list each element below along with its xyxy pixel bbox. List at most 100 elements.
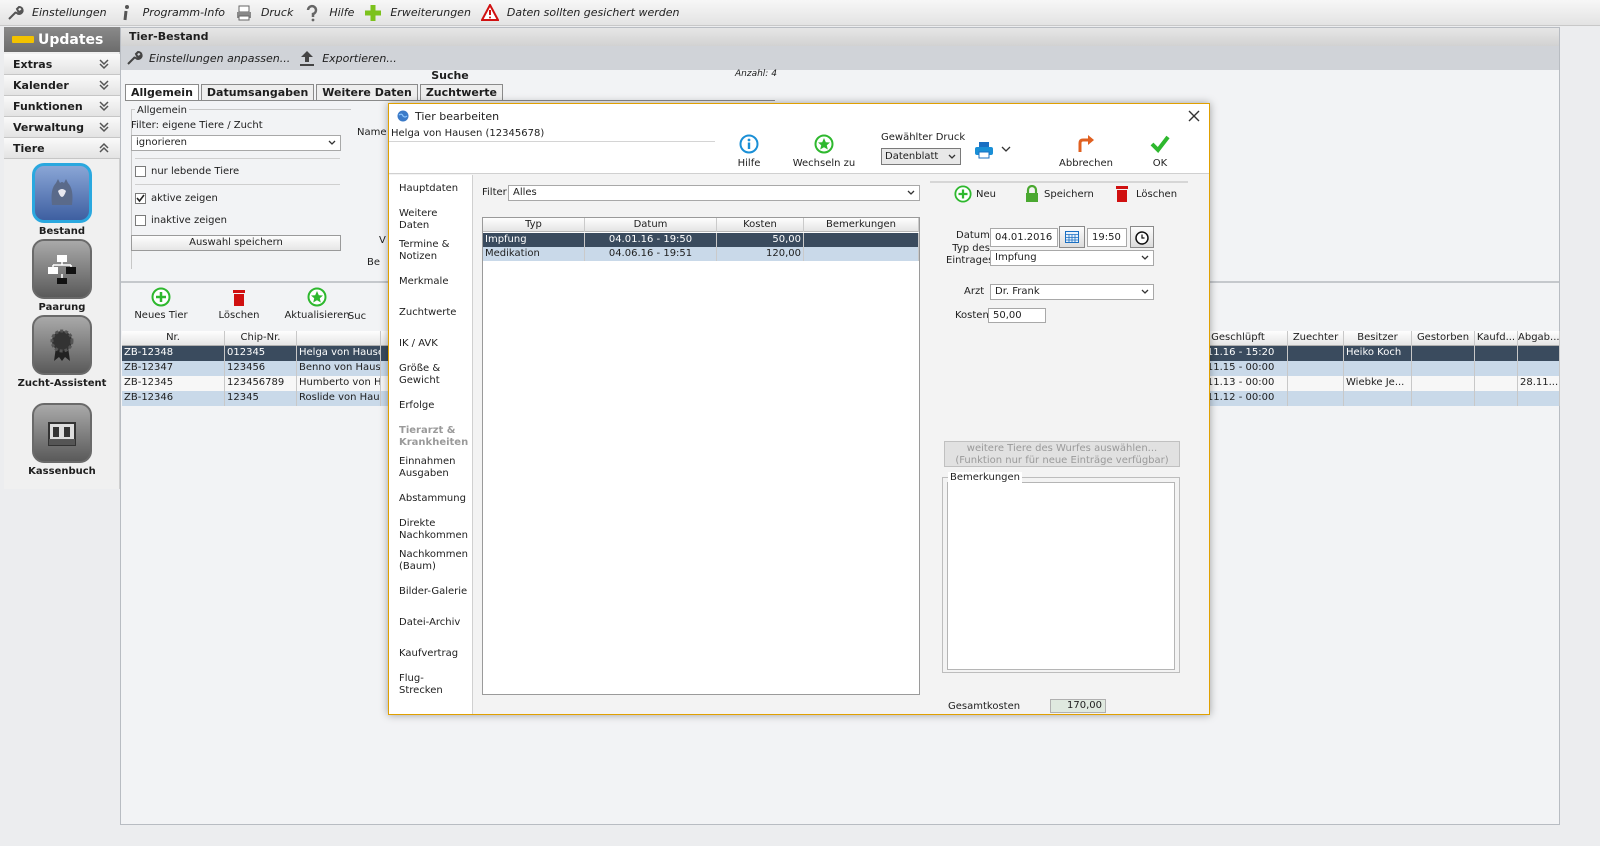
undo-arrow-icon [1076, 134, 1096, 154]
nav-datei-archiv[interactable]: Datei-Archiv [399, 617, 460, 629]
trash-icon [229, 287, 249, 307]
sidebar-section-funktionen[interactable]: Funktionen [4, 96, 120, 117]
nav-einnahmen-ausgaben[interactable]: Einnahmen Ausgaben [399, 456, 459, 480]
vet-select[interactable]: Dr. Frank [990, 284, 1154, 300]
show-active-checkbox[interactable] [135, 193, 146, 204]
col-typ[interactable]: Typ [483, 218, 585, 232]
col-zuechter[interactable]: Zuechter [1288, 331, 1344, 346]
print-button[interactable] [973, 140, 995, 164]
col-kosten[interactable]: Kosten [717, 218, 804, 232]
total-cost-label: Gesamtkosten [948, 701, 1021, 712]
delete-entry-button[interactable]: Löschen [1114, 185, 1177, 203]
sidebar-section-kalender[interactable]: Kalender [4, 75, 120, 96]
nav-tierarzt-krankheiten[interactable]: Tierarzt & Krankheiten [399, 425, 469, 449]
nav-ik-avk[interactable]: IK / AVK [399, 338, 438, 350]
remarks-textarea[interactable] [947, 482, 1175, 670]
col-kaufdatum[interactable]: Kaufd... [1475, 331, 1518, 346]
tab-weitere-daten[interactable]: Weitere Daten [316, 84, 418, 101]
new-entry-button[interactable]: Neu [954, 185, 996, 203]
trash-icon [1114, 185, 1130, 203]
date-input[interactable]: 04.01.2016 [990, 228, 1058, 247]
help-button[interactable]: Hilfe [729, 134, 769, 169]
updates-button[interactable]: Updates [4, 27, 120, 52]
show-inactive-label: inaktive zeigen [151, 215, 228, 226]
only-living-checkbox[interactable] [135, 166, 146, 177]
dialog-header: Helga von Hausen (12345678) Hilfe Wechse… [389, 128, 1209, 174]
extensions-menu[interactable]: Erweiterungen [364, 4, 471, 22]
calendar-button[interactable] [1059, 226, 1085, 248]
print-select[interactable]: Datenblatt [881, 148, 961, 165]
delete-animal-button[interactable]: Löschen [199, 287, 279, 321]
col-besitzer[interactable]: Besitzer [1344, 331, 1412, 346]
new-animal-button[interactable]: Neues Tier [121, 287, 201, 321]
tab-zuchtwerte[interactable]: Zuchtwerte [419, 84, 503, 101]
print-options-dropdown[interactable] [1001, 146, 1015, 152]
export-button[interactable]: Exportieren... [298, 49, 397, 67]
help-menu[interactable]: Hilfe [303, 4, 354, 22]
col-name[interactable] [297, 331, 381, 346]
col-chip[interactable]: Chip-Nr. [225, 331, 297, 346]
time-picker-button[interactable] [1130, 226, 1154, 248]
list-item[interactable]: Impfung 04.01.16 - 19:50 50,00 [483, 233, 919, 247]
nav-hauptdaten[interactable]: Hauptdaten [399, 183, 458, 195]
program-info-menu[interactable]: Programm-Info [117, 4, 225, 22]
chevron-up-icon [98, 142, 110, 154]
nav-erfolge[interactable]: Erfolge [399, 400, 434, 412]
backup-warning[interactable]: Daten sollten gesichert werden [480, 3, 679, 22]
divider [135, 184, 340, 185]
nav-merkmale[interactable]: Merkmale [399, 276, 448, 288]
date-label: Datum [956, 230, 990, 241]
nav-flug-strecken[interactable]: Flug-Strecken [399, 673, 449, 697]
adjust-settings-button[interactable]: Einstellungen anpassen... [125, 49, 290, 67]
close-icon[interactable] [1187, 109, 1201, 123]
col-gestorben[interactable]: Gestorben [1412, 331, 1475, 346]
nav-direkte-nachkommen[interactable]: Direkte Nachkommen [399, 518, 469, 542]
checkmark-icon [1150, 134, 1170, 154]
search-button-partial[interactable]: Suc [337, 311, 377, 322]
dialog-body: Filter Alles Typ Datum Kosten Bemerkunge… [474, 175, 1209, 714]
col-nr[interactable]: Nr. [122, 331, 225, 346]
nav-kaufvertrag[interactable]: Kaufvertrag [399, 648, 458, 660]
print-label: Gewählter Druck [881, 132, 966, 143]
cost-input[interactable]: 50,00 [988, 308, 1046, 323]
sidebar-section-verwaltung[interactable]: Verwaltung [4, 117, 120, 138]
save-entry-button[interactable]: Speichern [1024, 185, 1094, 203]
list-filter-select[interactable]: Alles [508, 185, 920, 201]
col-bemerkungen[interactable]: Bemerkungen [804, 218, 919, 232]
time-input[interactable]: 19:50 [1087, 228, 1127, 247]
settings-menu[interactable]: Einstellungen [6, 4, 107, 22]
col-abgabe[interactable]: Abgab... [1518, 331, 1560, 346]
tab-allgemein[interactable]: Allgemein [125, 84, 199, 101]
nav-groesse-gewicht[interactable]: Größe & Gewicht [399, 363, 459, 387]
nav-termine-notizen[interactable]: Termine & Notizen [399, 239, 459, 263]
cancel-button[interactable]: Abbrechen [1057, 134, 1115, 169]
nav-weitere-daten[interactable]: Weitere Daten [399, 208, 459, 232]
col-datum[interactable]: Datum [585, 218, 717, 232]
info-icon [117, 4, 135, 22]
sidebar-section-extras[interactable]: Extras [4, 54, 120, 75]
filter-tabs: Allgemein Datumsangaben Weitere Daten Zu… [125, 84, 505, 101]
switch-to-button[interactable]: Wechseln zu [791, 134, 857, 169]
tile-bestand[interactable]: Bestand [4, 163, 120, 238]
nav-abstammung[interactable]: Abstammung [399, 493, 466, 505]
tile-kassenbuch[interactable]: Kassenbuch [4, 403, 120, 478]
ok-button[interactable]: OK [1145, 134, 1175, 169]
own-animals-filter-select[interactable]: ignorieren [131, 135, 341, 151]
entry-type-select[interactable]: Impfung [990, 250, 1154, 266]
show-inactive-checkbox[interactable] [135, 215, 146, 226]
nav-nachkommen-baum[interactable]: Nachkommen (Baum) [399, 549, 469, 573]
nav-zuchtwerte[interactable]: Zuchtwerte [399, 307, 456, 319]
page-title: Tier-Bestand [121, 28, 1559, 46]
only-living-label: nur lebende Tiere [151, 166, 240, 177]
dialog-titlebar[interactable]: Tier bearbeiten [389, 104, 1209, 128]
tile-paarung[interactable]: Paarung [4, 239, 120, 314]
save-selection-button[interactable]: Auswahl speichern [131, 235, 341, 251]
tab-datumsangaben[interactable]: Datumsangaben [200, 84, 315, 101]
chevron-down-icon [907, 190, 915, 196]
sidebar-section-tiere[interactable]: Tiere [4, 138, 120, 159]
list-item[interactable]: Medikation 04.06.16 - 19:51 120,00 [483, 247, 919, 261]
tile-zucht-assistent[interactable]: Zucht-Assistent [4, 315, 120, 390]
select-litter-animals-button[interactable]: weitere Tiere des Wurfes auswählen... (F… [944, 441, 1180, 467]
nav-bilder-galerie[interactable]: Bilder-Galerie [399, 586, 467, 598]
print-menu[interactable]: Druck [235, 4, 293, 22]
